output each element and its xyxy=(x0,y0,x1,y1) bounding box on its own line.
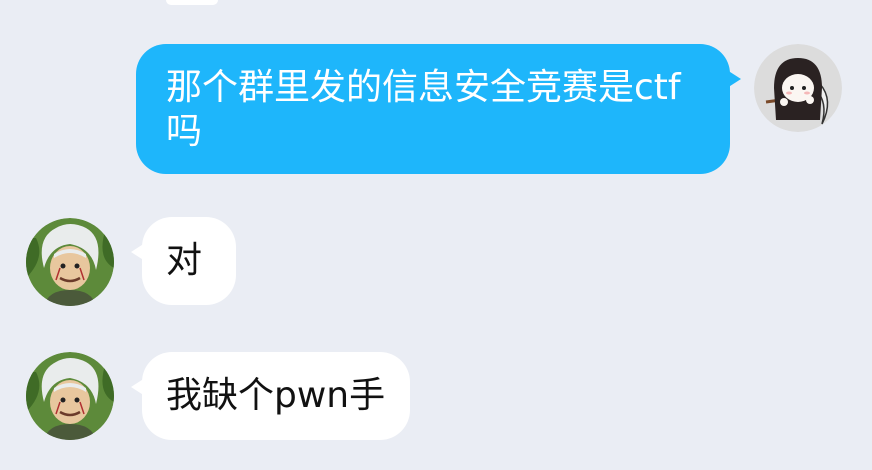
message-bubble-incoming[interactable]: 对 xyxy=(131,217,236,305)
message-text: 对 xyxy=(166,240,203,281)
reaper-chibi-avatar-icon[interactable] xyxy=(754,44,842,132)
white-haired-ninja-avatar-icon[interactable] xyxy=(26,352,114,440)
message-text: 那个群里发的信息安全竞赛是ctf吗 xyxy=(166,67,681,152)
previous-message-bubble-edge xyxy=(166,0,218,5)
white-haired-ninja-avatar-icon[interactable] xyxy=(26,218,114,306)
message-text: 我缺个pwn手 xyxy=(166,375,386,416)
message-bubble-incoming[interactable]: 我缺个pwn手 xyxy=(131,352,410,440)
message-bubble-outgoing[interactable]: 那个群里发的信息安全竞赛是ctf吗 xyxy=(136,44,741,174)
